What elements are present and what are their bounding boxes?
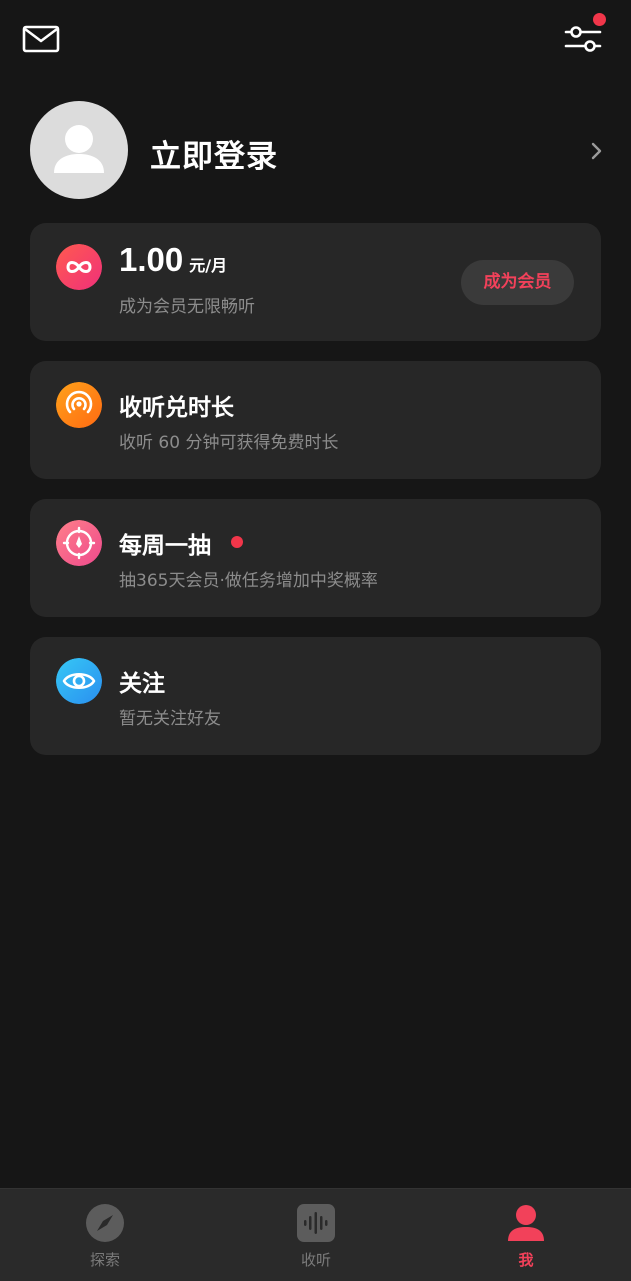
mail-icon[interactable] <box>22 24 60 54</box>
broadcast-icon <box>56 382 102 428</box>
nav-tab-me[interactable]: 我 <box>421 1189 631 1281</box>
weekly-lottery-card[interactable]: 每周一抽 抽365天会员·做任务增加中奖概率 <box>30 499 601 617</box>
nav-tab-explore[interactable]: 探索 <box>0 1189 210 1281</box>
person-icon <box>506 1203 546 1243</box>
follow-subtitle: 暂无关注好友 <box>119 709 221 729</box>
avatar[interactable] <box>30 101 128 199</box>
nav-label-explore: 探索 <box>89 1251 120 1269</box>
price-unit: 元/月 <box>189 256 228 275</box>
listen-reward-card[interactable]: 收听兑时长 收听 60 分钟可获得免费时长 <box>30 361 601 479</box>
listen-reward-title: 收听兑时长 <box>119 395 234 421</box>
nav-label-me: 我 <box>518 1251 534 1269</box>
settings-sliders-icon[interactable] <box>563 22 603 58</box>
notification-dot <box>593 13 606 26</box>
soundwave-icon <box>296 1203 336 1243</box>
become-member-button[interactable]: 成为会员 <box>461 260 574 305</box>
compass-icon <box>85 1203 125 1243</box>
lottery-wheel-icon <box>56 520 102 566</box>
bottom-nav: 探索 收听 我 <box>0 1188 631 1281</box>
vip-subtitle: 成为会员无限畅听 <box>119 297 255 317</box>
infinity-icon <box>56 244 102 290</box>
listen-reward-subtitle: 收听 60 分钟可获得免费时长 <box>119 433 339 453</box>
new-badge-dot <box>231 536 243 548</box>
weekly-lottery-subtitle: 抽365天会员·做任务增加中奖概率 <box>119 571 378 591</box>
login-row[interactable]: 立即登录 <box>30 101 610 201</box>
price-value: 1.00 <box>119 241 184 278</box>
follow-card[interactable]: 关注 暂无关注好友 <box>30 637 601 755</box>
vip-price: 1.00 元/月 <box>119 241 227 279</box>
vip-card[interactable]: 1.00 元/月 成为会员无限畅听 成为会员 <box>30 223 601 341</box>
nav-tab-listen[interactable]: 收听 <box>211 1189 421 1281</box>
chevron-right-icon <box>590 141 604 161</box>
weekly-lottery-title: 每周一抽 <box>119 533 211 559</box>
login-text[interactable]: 立即登录 <box>150 131 278 176</box>
nav-label-listen: 收听 <box>300 1251 331 1269</box>
eye-icon <box>56 658 102 704</box>
follow-title: 关注 <box>119 671 165 697</box>
